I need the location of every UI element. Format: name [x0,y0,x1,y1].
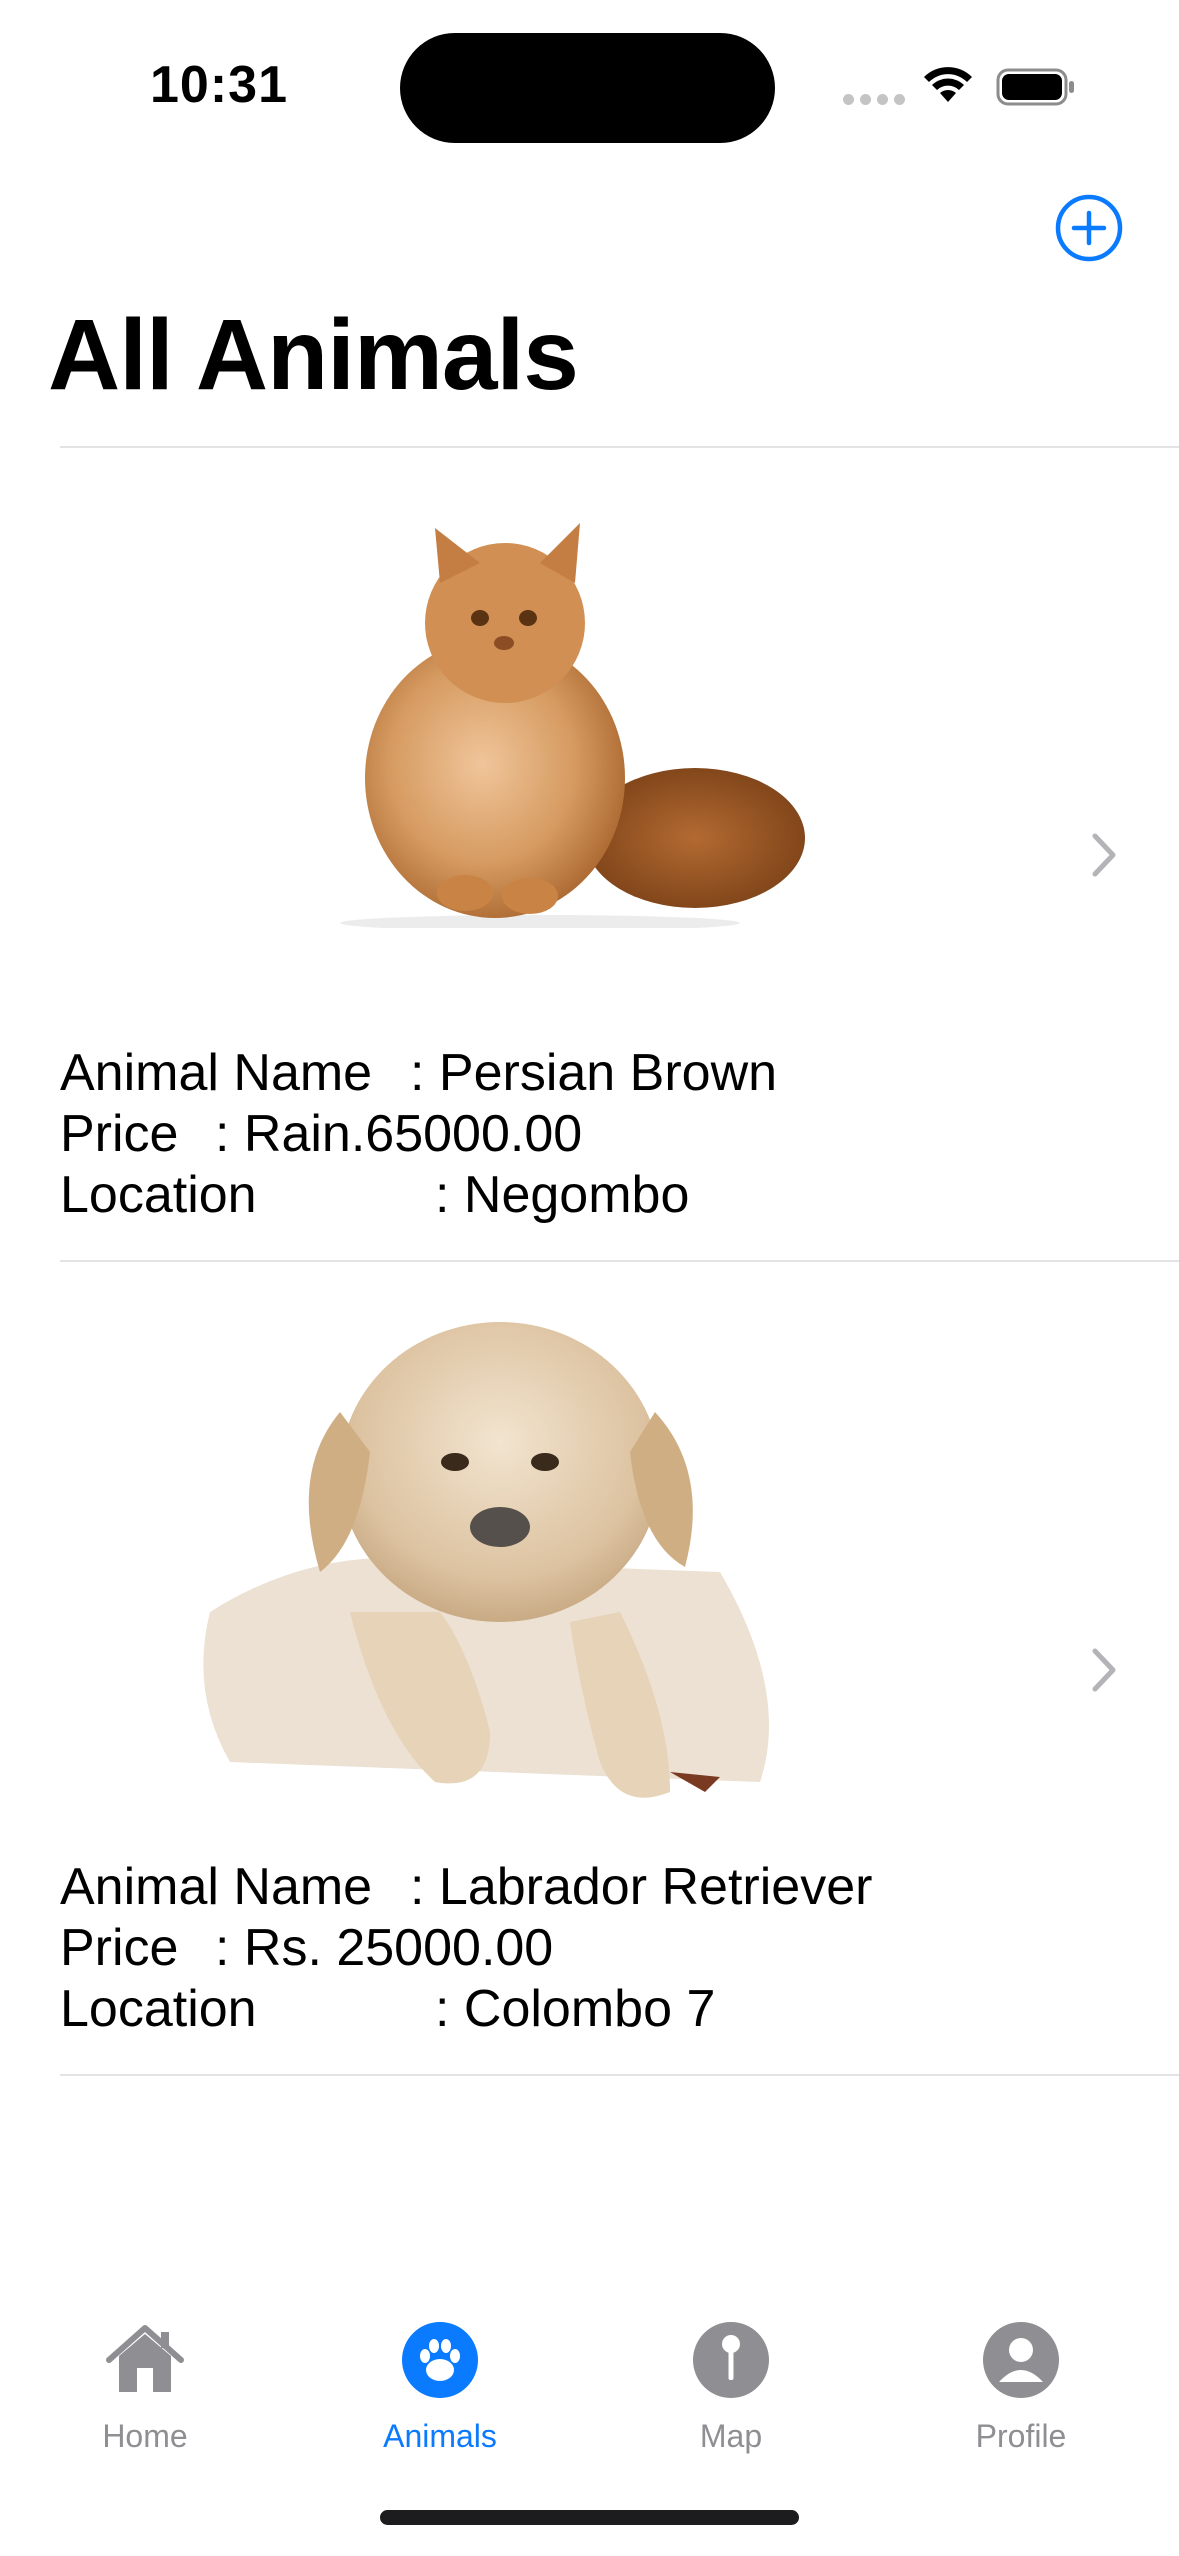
animal-row-labrador[interactable]: Animal Name : Labrador Retriever Price :… [0,1262,1179,2074]
home-indicator [380,2510,799,2525]
battery-icon [996,68,1074,106]
price-label: Price [60,1105,179,1163]
divider [60,2074,1179,2076]
location-value: : Colombo 7 [435,1980,716,2038]
tab-label: Profile [975,2418,1067,2454]
tab-label: Map [699,2418,763,2454]
price-value: : Rs. 25000.00 [215,1919,554,1977]
animal-name-label: Animal Name [60,1858,373,1916]
screen: 10:31 All Animals Animal Name: Persian … [0,0,1179,2556]
house-icon [106,2325,184,2392]
status-time: 10:31 [150,56,288,114]
tab-home[interactable]: Home [45,2318,245,2468]
location-value: : Negombo [435,1166,690,1224]
animal-name-value: : Persian Brown [410,1044,778,1102]
persian-cat-photo [340,523,805,928]
person-icon [983,2322,1059,2398]
location-label: Location [60,1166,257,1224]
tab-animals[interactable]: Animals [340,2318,540,2468]
dynamic-island [400,33,775,143]
location-label: Location [60,1980,257,2038]
add-animal-button[interactable] [1054,193,1124,263]
price-label: Price [60,1919,179,1977]
chevron-right-icon [1092,1648,1116,1692]
cellular-signal-icon [843,94,905,105]
price-value: : Rain.65000.00 [215,1105,583,1163]
page-title: All Animals [48,299,579,411]
labrador-puppy-photo [203,1322,770,1798]
wifi-icon [924,67,972,102]
tab-profile[interactable]: Profile [921,2318,1121,2468]
paw-icon [402,2322,478,2398]
animal-row-persian[interactable]: Animal Name : Persian Brown Price : Rain… [0,448,1179,1260]
tab-label: Home [102,2418,188,2454]
tab-label: Animals [383,2418,497,2454]
chevron-right-icon [1092,833,1116,877]
animal-name-label: Animal Name [60,1044,373,1102]
animal-name-value: : Labrador Retriever [410,1858,873,1916]
map-pin-icon [693,2322,769,2398]
tab-map[interactable]: Map [631,2318,831,2468]
